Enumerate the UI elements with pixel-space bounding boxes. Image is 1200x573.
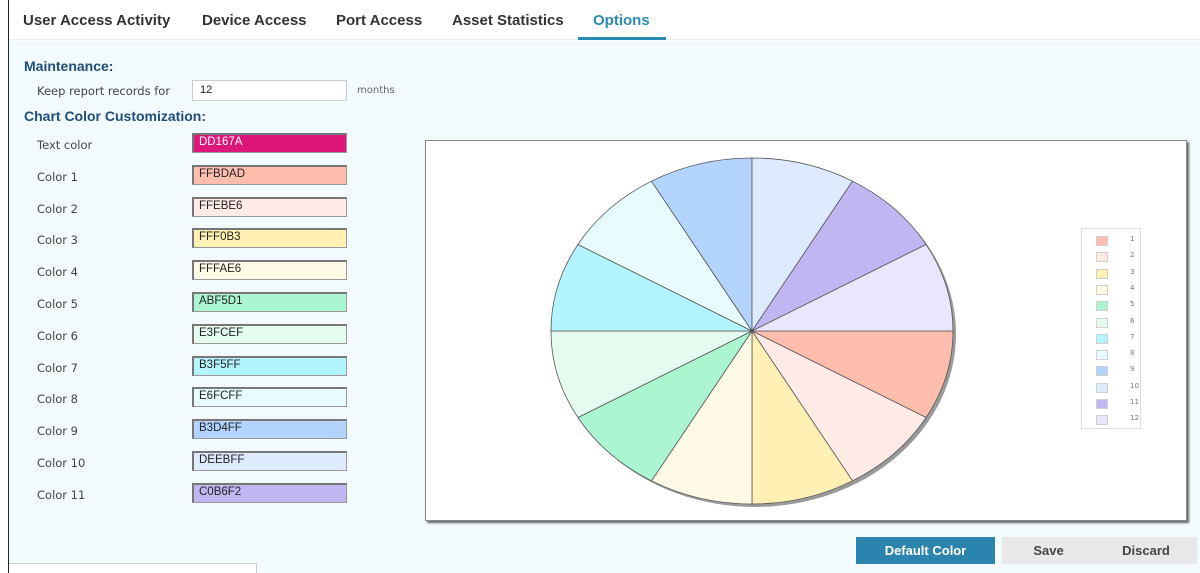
active-tab-indicator bbox=[578, 37, 666, 40]
legend-item: 7 bbox=[1096, 332, 1135, 345]
keep-records-label: Keep report records for bbox=[37, 84, 171, 98]
legend-swatch bbox=[1096, 333, 1108, 344]
pie-chart bbox=[550, 157, 956, 507]
color-1-label: Color 1 bbox=[37, 169, 78, 184]
legend-item: 11 bbox=[1096, 398, 1139, 410]
default-color-button[interactable]: Default Color bbox=[856, 537, 995, 564]
legend-label: 8 bbox=[1130, 349, 1135, 358]
color-10-label: Color 10 bbox=[37, 456, 86, 470]
color-11-label: Color 11 bbox=[37, 487, 86, 502]
legend-swatch bbox=[1096, 350, 1108, 361]
legend-label: 2 bbox=[1130, 251, 1135, 260]
color-5-field[interactable]: ABF5D1 bbox=[192, 292, 347, 312]
legend-item: 12 bbox=[1096, 414, 1139, 426]
legend-item: 9 bbox=[1096, 365, 1135, 377]
legend-swatch bbox=[1096, 236, 1108, 246]
tab-user-access-activity[interactable]: User Access Activity bbox=[23, 12, 170, 29]
color-2-field[interactable]: FFEBE6 bbox=[192, 196, 347, 217]
discard-button[interactable]: Discard bbox=[1095, 537, 1197, 564]
legend-label: 3 bbox=[1130, 267, 1135, 276]
options-panel: User Access Activity Device Access Port … bbox=[8, 0, 1200, 573]
legend-item: 2 bbox=[1096, 251, 1135, 263]
legend-label: 4 bbox=[1130, 283, 1135, 292]
legend-item: 1 bbox=[1096, 235, 1135, 247]
legend-swatch bbox=[1096, 415, 1108, 426]
legend-item: 10 bbox=[1096, 382, 1139, 394]
options-content: Maintenance: Keep report records for 12 … bbox=[9, 41, 1200, 573]
text-color-label: Text color bbox=[37, 138, 93, 152]
legend-item: 8 bbox=[1096, 349, 1135, 361]
months-label: months bbox=[357, 85, 395, 96]
color-1-field[interactable]: FFBDAD bbox=[192, 164, 347, 185]
color-4-label: Color 4 bbox=[37, 265, 78, 280]
color-6-label: Color 6 bbox=[37, 328, 78, 343]
color-5-label: Color 5 bbox=[37, 297, 78, 311]
legend-item: 4 bbox=[1096, 283, 1135, 296]
text-color-field[interactable]: DD167A bbox=[192, 133, 347, 153]
legend-label: 5 bbox=[1130, 300, 1135, 309]
legend-label: 12 bbox=[1130, 414, 1139, 423]
legend-item: 6 bbox=[1096, 316, 1135, 329]
legend-label: 7 bbox=[1130, 332, 1135, 341]
tab-device-access[interactable]: Device Access bbox=[202, 12, 307, 29]
color-3-field[interactable]: FFF0B3 bbox=[192, 228, 347, 249]
legend-swatch bbox=[1096, 317, 1108, 328]
chart-legend: 1 2 3 4 5 6 7 8 9 10 11 12 bbox=[1081, 228, 1141, 429]
legend-swatch bbox=[1096, 366, 1108, 377]
tab-bar: User Access Activity Device Access Port … bbox=[9, 0, 1200, 40]
save-button[interactable]: Save bbox=[1002, 537, 1095, 564]
color-9-field[interactable]: B3D4FF bbox=[192, 419, 347, 440]
keep-records-input[interactable]: 12 bbox=[192, 80, 347, 101]
color-2-label: Color 2 bbox=[37, 201, 78, 216]
tab-asset-statistics[interactable]: Asset Statistics bbox=[452, 12, 564, 29]
legend-label: 9 bbox=[1130, 365, 1135, 374]
legend-item: 5 bbox=[1096, 300, 1135, 312]
chart-color-title: Chart Color Customization: bbox=[24, 108, 206, 124]
legend-swatch bbox=[1096, 252, 1108, 263]
color-11-field[interactable]: C0B6F2 bbox=[192, 482, 347, 503]
legend-swatch bbox=[1096, 268, 1108, 279]
color-4-field[interactable]: FFFAE6 bbox=[192, 260, 347, 281]
legend-label: 10 bbox=[1130, 381, 1139, 390]
color-9-label: Color 9 bbox=[37, 424, 78, 439]
color-3-label: Color 3 bbox=[37, 233, 78, 248]
legend-label: 1 bbox=[1130, 235, 1135, 243]
legend-label: 11 bbox=[1130, 398, 1139, 406]
tab-port-access[interactable]: Port Access bbox=[336, 12, 422, 29]
color-8-field[interactable]: E6FCFF bbox=[192, 387, 347, 408]
color-10-field[interactable]: DEEBFF bbox=[192, 451, 347, 471]
pie-chart-panel bbox=[425, 140, 1187, 521]
color-7-field[interactable]: B3F5FF bbox=[192, 355, 347, 376]
legend-swatch bbox=[1096, 284, 1108, 295]
tab-options[interactable]: Options bbox=[593, 12, 650, 29]
color-7-label: Color 7 bbox=[37, 360, 78, 375]
legend-swatch bbox=[1096, 382, 1108, 393]
bottom-panel-stub bbox=[9, 563, 257, 573]
legend-swatch bbox=[1096, 301, 1108, 312]
color-6-field[interactable]: E3FCEF bbox=[192, 323, 347, 344]
legend-item: 3 bbox=[1096, 267, 1135, 280]
legend-swatch bbox=[1096, 399, 1108, 409]
legend-label: 6 bbox=[1130, 316, 1135, 325]
maintenance-title: Maintenance: bbox=[24, 58, 114, 74]
color-8-label: Color 8 bbox=[37, 392, 78, 407]
